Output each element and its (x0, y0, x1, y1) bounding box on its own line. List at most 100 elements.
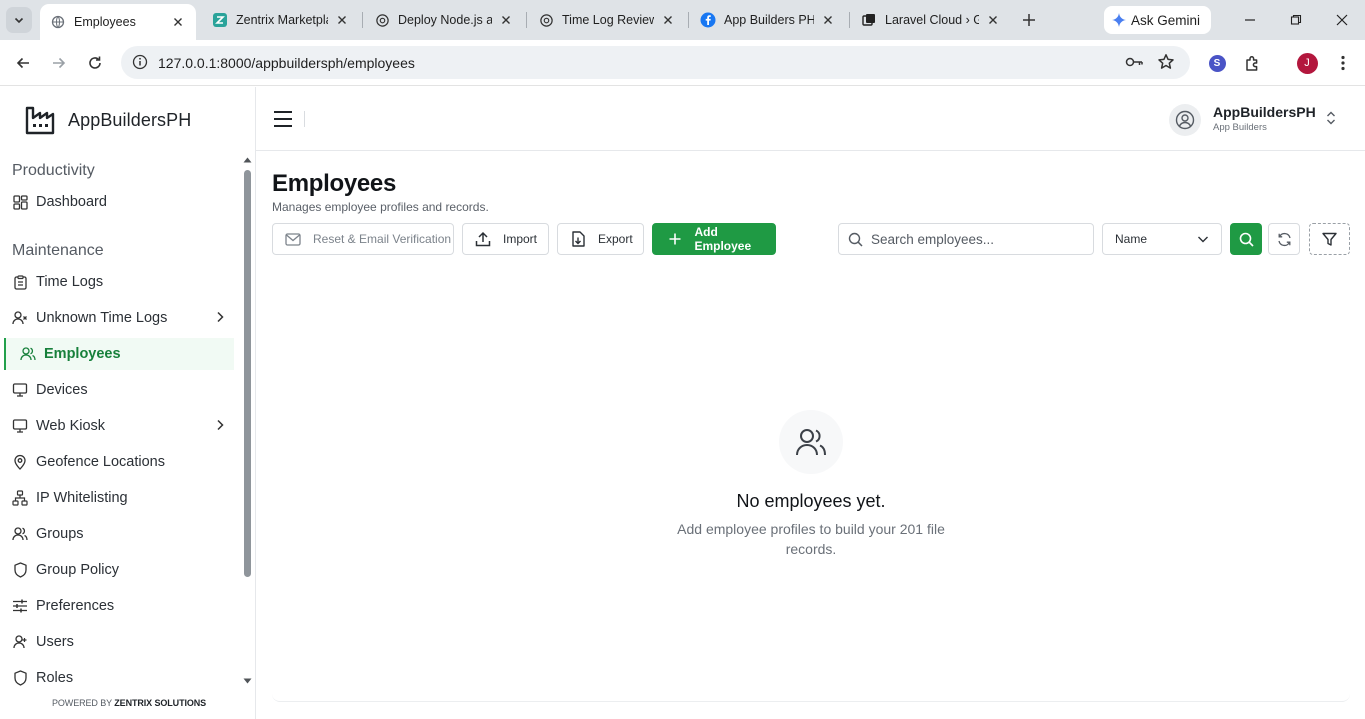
tab-employees[interactable]: Employees (40, 4, 196, 40)
tab-app-builders-ph[interactable]: App Builders PH | (690, 4, 846, 36)
site-info-icon[interactable] (132, 54, 148, 75)
tab-laravel-cloud[interactable]: Laravel Cloud › G (851, 4, 1011, 36)
sidebar-scrollbar-thumb[interactable] (244, 170, 251, 577)
sort-by-select[interactable]: Name (1102, 223, 1222, 255)
back-button[interactable] (11, 51, 35, 75)
hamburger-menu-icon (274, 111, 292, 127)
sidebar-item-unknown-time-logs[interactable]: Unknown Time Logs (4, 302, 234, 334)
tab-deploy-nodejs[interactable]: Deploy Node.js a (364, 4, 524, 36)
menu-toggle-button[interactable] (272, 108, 294, 130)
monitor-icon (12, 418, 28, 434)
sidebar-item-ip-whitelisting[interactable]: IP Whitelisting (4, 482, 234, 514)
extensions-button[interactable] (1241, 51, 1265, 75)
address-bar[interactable]: 127.0.0.1:8000/appbuildersph/employees (121, 46, 1190, 79)
refresh-button[interactable] (1268, 223, 1300, 255)
org-subtitle: App Builders (1213, 122, 1267, 133)
sidebar-item-roles[interactable]: Roles (4, 662, 234, 694)
user-circle-icon (1175, 110, 1195, 130)
upload-icon (475, 231, 491, 247)
plus-icon (1023, 14, 1035, 26)
scroll-down-arrow[interactable] (242, 677, 252, 685)
empty-state-users-icon (779, 410, 843, 474)
grid-icon (12, 194, 28, 210)
password-key-icon[interactable] (1125, 54, 1144, 75)
sidebar-item-employees[interactable]: Employees (4, 338, 234, 370)
gemini-sparkle-icon (1112, 13, 1126, 27)
puzzle-icon (1246, 55, 1258, 71)
close-icon (1336, 14, 1348, 26)
profile-avatar: J (1296, 52, 1318, 74)
sidebar-item-users[interactable]: Users (4, 626, 234, 658)
close-icon[interactable] (660, 12, 676, 28)
restore-button[interactable] (1284, 8, 1308, 32)
tab-separator (362, 12, 363, 28)
sidebar-item-time-logs[interactable]: Time Logs (4, 266, 234, 298)
close-icon[interactable] (820, 12, 836, 28)
search-employees-field[interactable] (838, 223, 1094, 255)
network-icon (12, 490, 28, 506)
close-window-button[interactable] (1330, 8, 1354, 32)
tab-time-log-review[interactable]: Time Log Review (528, 4, 686, 36)
close-icon[interactable] (334, 12, 350, 28)
sidebar-item-devices[interactable]: Devices (4, 374, 234, 406)
close-icon[interactable] (985, 12, 1001, 28)
add-employee-label: Add Employee (694, 225, 752, 253)
reload-button[interactable] (83, 51, 107, 75)
close-icon[interactable] (170, 14, 186, 30)
users-icon (12, 526, 28, 542)
import-button[interactable]: Import (462, 223, 549, 255)
reset-email-verification-button[interactable]: Reset & Email Verification (272, 223, 454, 255)
bookmark-star-icon[interactable] (1157, 53, 1175, 76)
restore-icon (1290, 14, 1302, 25)
reload-icon (89, 56, 101, 69)
more-vertical-icon (1341, 55, 1345, 71)
mail-icon (285, 231, 301, 247)
organization-switcher[interactable]: AppBuildersPH App Builders (1169, 101, 1349, 139)
sidebar-item-geofence-locations[interactable]: Geofence Locations (4, 446, 234, 478)
sidebar-item-web-kiosk[interactable]: Web Kiosk (4, 410, 234, 442)
tab-title: Deploy Node.js a (398, 13, 492, 27)
sidebar-item-groups[interactable]: Groups (4, 518, 234, 550)
new-tab-button[interactable] (1017, 8, 1041, 32)
tab-search-button[interactable] (6, 7, 32, 33)
sidebar-item-label: Unknown Time Logs (36, 310, 168, 326)
tab-title: App Builders PH | (724, 13, 814, 27)
close-icon[interactable] (498, 12, 514, 28)
user-icon (12, 634, 28, 650)
sidebar-item-preferences[interactable]: Preferences (4, 590, 234, 622)
search-employees-input[interactable] (871, 231, 1081, 247)
forward-button[interactable] (47, 51, 71, 75)
brand-name: AppBuildersPH (68, 109, 192, 130)
add-employee-button[interactable]: Add Employee (652, 223, 776, 255)
tab-zentrix-marketplace[interactable]: Zentrix Marketpla (202, 4, 360, 36)
extension-s-button[interactable]: S (1205, 51, 1229, 75)
browser-menu-button[interactable] (1331, 51, 1355, 75)
zentrix-favicon-icon (212, 12, 228, 28)
empty-state-title: No employees yet. (736, 491, 886, 511)
search-icon (848, 232, 863, 247)
tab-title: Zentrix Marketpla (236, 13, 328, 27)
ask-gemini-button[interactable]: Ask Gemini (1104, 6, 1211, 34)
url-text[interactable]: 127.0.0.1:8000/appbuildersph/employees (158, 55, 415, 71)
sidebar-item-label: Web Kiosk (36, 418, 106, 434)
brand[interactable]: AppBuildersPH (24, 104, 191, 136)
sidebar-item-group-policy[interactable]: Group Policy (4, 554, 234, 586)
sidebar: AppBuildersPH Productivity Dashboard Mai… (0, 87, 256, 719)
powered-by-brand: ZENTRIX SOLUTIONS (114, 698, 207, 708)
scroll-up-arrow[interactable] (242, 156, 252, 164)
search-submit-button[interactable] (1230, 223, 1262, 255)
nav-section-productivity: Productivity (12, 162, 95, 179)
profile-button[interactable]: J (1295, 51, 1319, 75)
shield-icon (12, 670, 28, 686)
sidebar-item-label: Roles (36, 670, 74, 686)
chatgpt-favicon-icon (374, 12, 390, 28)
file-download-icon (570, 231, 586, 247)
filter-button[interactable] (1309, 223, 1350, 255)
sidebar-item-dashboard[interactable]: Dashboard (4, 186, 234, 218)
org-name: AppBuildersPH (1213, 104, 1316, 120)
nav-section-maintenance: Maintenance (12, 242, 104, 259)
minimize-button[interactable] (1238, 8, 1262, 32)
org-avatar (1169, 104, 1201, 136)
export-button[interactable]: Export (557, 223, 644, 255)
laravel-favicon-icon (861, 12, 877, 28)
